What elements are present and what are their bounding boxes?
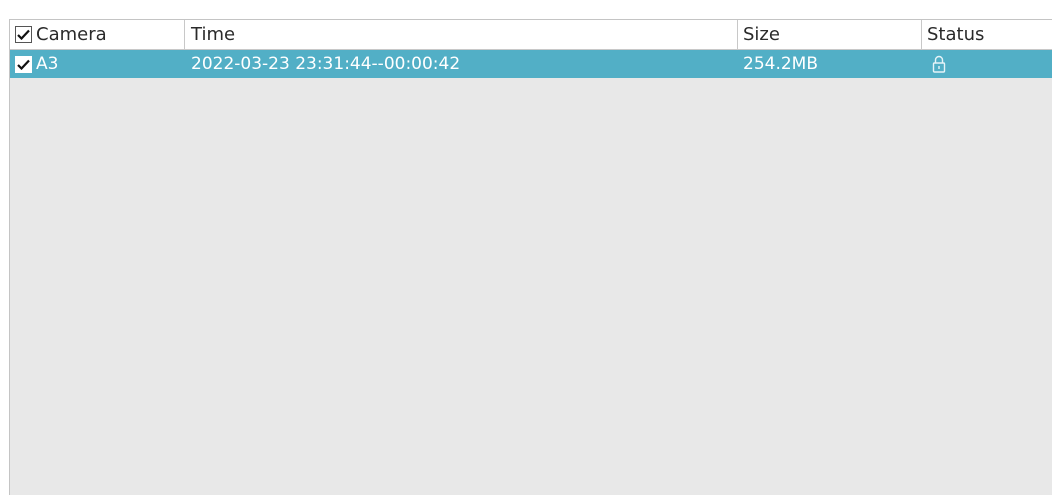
column-divider[interactable] (184, 20, 185, 49)
table-header: Camera Time Size Status (10, 20, 1052, 50)
header-camera-label[interactable]: Camera (36, 24, 107, 45)
row-size: 254.2MB (743, 54, 818, 74)
select-all-checkbox[interactable] (15, 26, 32, 43)
recording-list-panel: Camera Time Size Status A3 2022-03-23 23… (9, 19, 1052, 495)
checkmark-icon (17, 59, 30, 70)
row-camera-cell: A3 (15, 50, 58, 78)
header-camera-cell: Camera (15, 20, 107, 49)
table-row[interactable]: A3 2022-03-23 23:31:44--00:00:42 254.2MB (10, 50, 1052, 78)
lock-icon[interactable] (932, 55, 946, 73)
row-camera-name: A3 (36, 54, 59, 74)
row-status[interactable] (932, 50, 946, 78)
row-time: 2022-03-23 23:31:44--00:00:42 (191, 54, 461, 74)
header-size-label[interactable]: Size (743, 20, 780, 49)
row-checkbox[interactable] (15, 55, 32, 73)
column-divider[interactable] (737, 20, 738, 49)
checkmark-icon (17, 29, 30, 40)
column-divider[interactable] (921, 20, 922, 49)
header-status-label[interactable]: Status (927, 20, 984, 49)
header-time-label[interactable]: Time (191, 20, 235, 49)
